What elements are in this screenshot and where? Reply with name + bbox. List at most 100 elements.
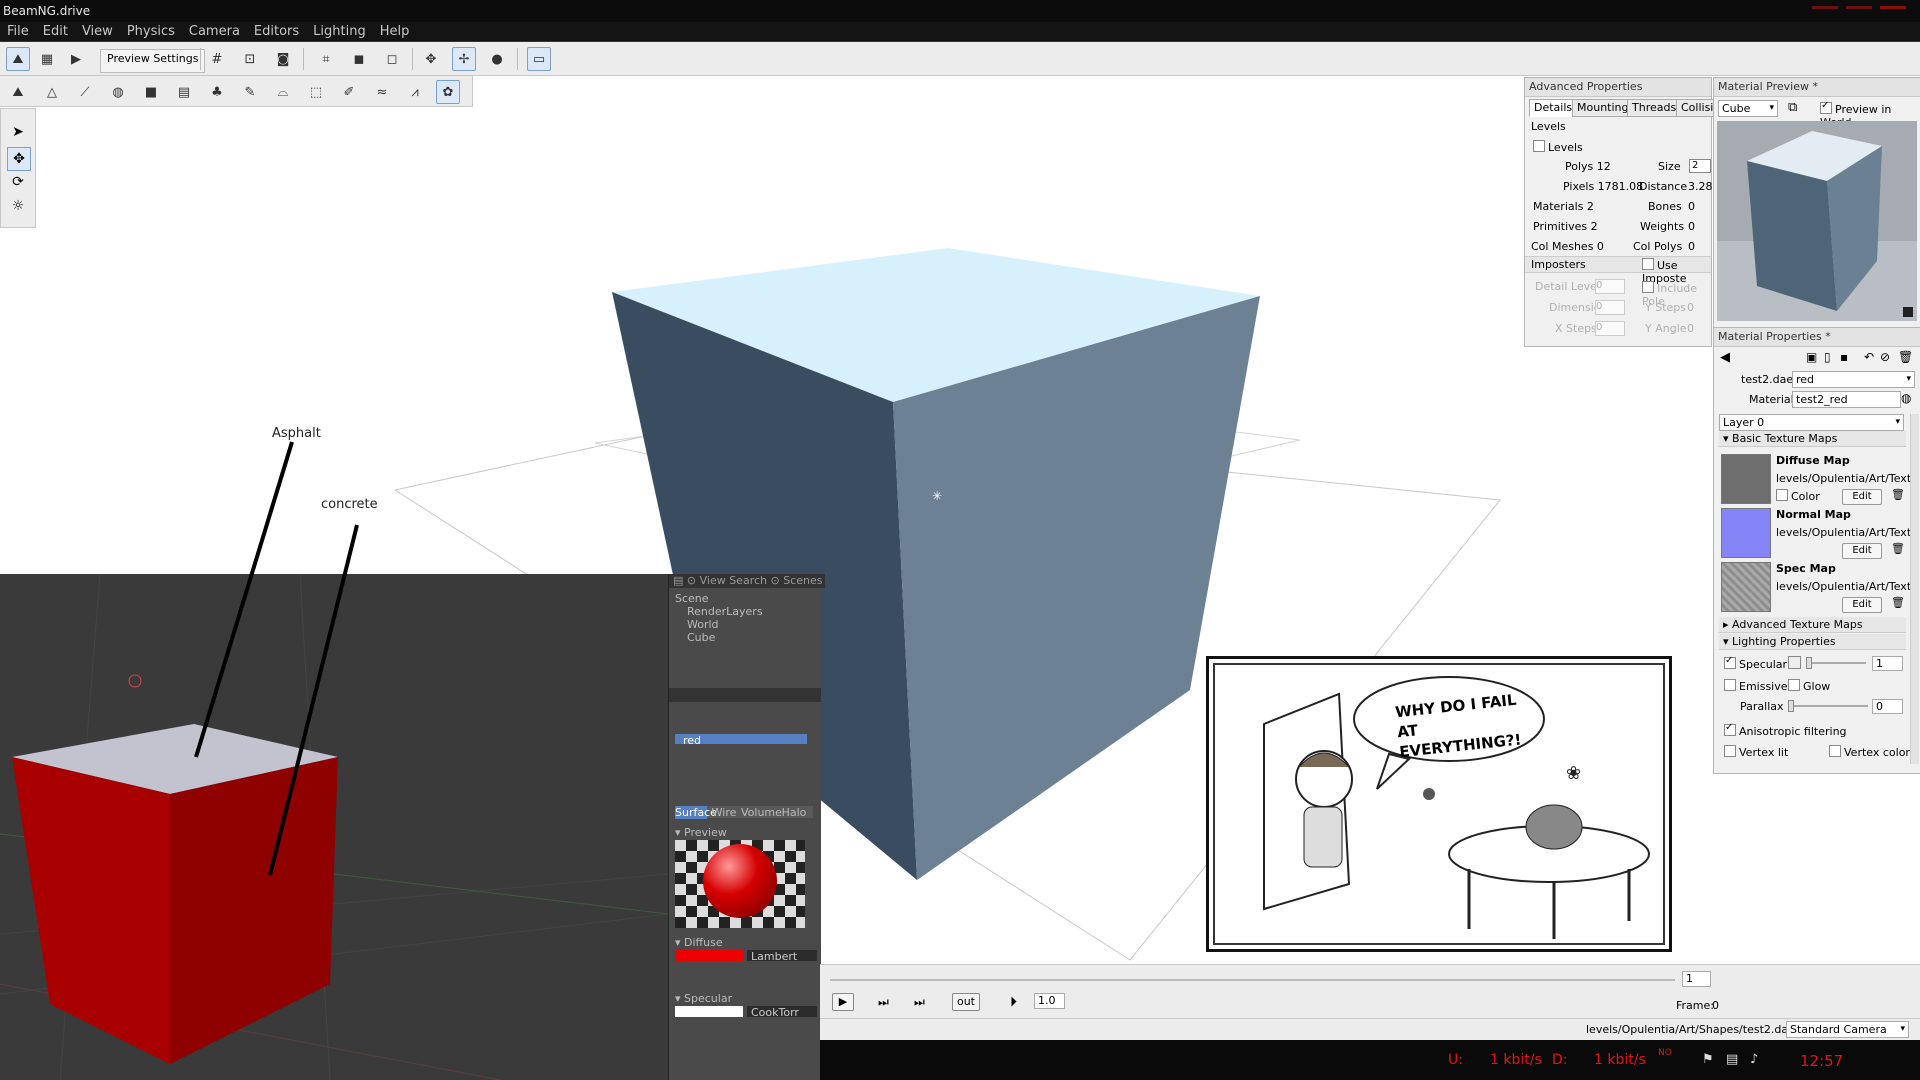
levels-checkbox[interactable] xyxy=(1533,140,1545,152)
camera-dropdown[interactable]: Standard Camera xyxy=(1786,1021,1909,1038)
open-folder-icon[interactable]: ▣ xyxy=(1806,350,1817,364)
detail-level-input[interactable]: 0 xyxy=(1595,279,1625,294)
tab-halo[interactable]: Halo xyxy=(777,806,811,819)
dimension-input[interactable]: 0 xyxy=(1595,300,1625,315)
diffuse-map-thumbnail[interactable] xyxy=(1721,454,1771,504)
normal-edit-button[interactable]: Edit xyxy=(1842,543,1882,559)
size-label: Size xyxy=(1658,160,1681,173)
normal-delete-icon[interactable]: 🗑 xyxy=(1891,542,1905,555)
mapto-dropdown[interactable]: red xyxy=(1792,371,1915,388)
material-slot-red[interactable]: red xyxy=(675,734,807,747)
volume-icon[interactable]: ♪ xyxy=(1750,1052,1758,1067)
specular-header: ▾ Specular xyxy=(675,992,733,1005)
undo-icon[interactable]: ↶ xyxy=(1864,350,1874,364)
frame-input[interactable]: 1 xyxy=(1682,971,1711,987)
x-steps-input[interactable]: 0 xyxy=(1595,321,1625,336)
globe-icon[interactable]: ◍ xyxy=(1901,391,1911,405)
glow-checkbox[interactable] xyxy=(1788,679,1800,691)
network-icon[interactable]: ▤ xyxy=(1726,1052,1738,1067)
spec-map-title: Spec Map xyxy=(1776,562,1836,575)
specular-checkbox[interactable] xyxy=(1724,655,1736,669)
outliner-scene[interactable]: Scene xyxy=(675,592,709,605)
material-label: Material xyxy=(1749,393,1794,406)
layer-dropdown[interactable]: Layer 0 xyxy=(1719,414,1904,431)
material-preview-panel: Material Preview * Cube ⧉ Preview in Wor… xyxy=(1713,77,1920,329)
pixels-value: Pixels 1781.08 xyxy=(1563,180,1644,193)
step-button[interactable]: ⏭ xyxy=(878,995,889,1010)
skip-end-button[interactable]: ⏭ xyxy=(914,995,925,1010)
vertex-color-checkbox[interactable] xyxy=(1829,745,1841,757)
tab-surface[interactable]: Surface xyxy=(675,806,717,819)
tab-mounting[interactable]: Mounting xyxy=(1572,99,1634,117)
new-file-icon[interactable]: ▯ xyxy=(1824,350,1831,364)
preview-shape-dropdown[interactable]: Cube xyxy=(1718,100,1778,117)
emissive-checkbox[interactable] xyxy=(1724,679,1736,691)
anisotropic-checkbox[interactable] xyxy=(1724,722,1736,736)
scrollbar[interactable] xyxy=(1910,414,1919,764)
blender-viewport[interactable] xyxy=(0,574,668,1080)
speed-input[interactable]: 1.0 xyxy=(1034,993,1065,1009)
copy-icon[interactable]: ⧉ xyxy=(1788,100,1797,115)
spec-map-thumbnail[interactable] xyxy=(1721,562,1771,612)
diffuse-edit-button[interactable]: Edit xyxy=(1842,489,1882,505)
distance-label: Distance xyxy=(1639,180,1688,193)
advanced-properties-panel: Advanced Properties Details Mounting Thr… xyxy=(1524,77,1720,347)
tab-details[interactable]: Details xyxy=(1529,99,1578,117)
cancel-icon[interactable]: ⊘ xyxy=(1880,350,1890,364)
specular-color[interactable] xyxy=(675,1006,743,1017)
specular-color-swatch[interactable] xyxy=(1788,656,1801,669)
timeline-slider[interactable] xyxy=(830,979,1675,981)
tab-threads[interactable]: Threads xyxy=(1627,99,1682,117)
lighting-properties-header[interactable]: ▾ Lighting Properties xyxy=(1719,634,1906,650)
spec-edit-button[interactable]: Edit xyxy=(1842,597,1882,613)
diffuse-shader-dropdown[interactable]: Lambert xyxy=(747,950,817,963)
red-cube-right xyxy=(170,757,338,1064)
material-name-input[interactable]: test2_red xyxy=(1792,391,1901,408)
spec-map-path[interactable]: levels/Opulentia/Art/Textu xyxy=(1776,580,1914,593)
diffuse-map-path[interactable]: levels/Opulentia/Art/Textu xyxy=(1776,472,1914,485)
outliner-renderlayers[interactable]: RenderLayers xyxy=(687,605,763,618)
panel-title: Material Properties * xyxy=(1714,328,1920,347)
bones-label: Bones xyxy=(1648,200,1682,213)
outliner-world[interactable]: World xyxy=(687,618,719,631)
tab-wire[interactable]: Wire xyxy=(707,806,741,819)
tab-volume[interactable]: Volume xyxy=(741,806,782,819)
save-icon[interactable]: ▪ xyxy=(1840,350,1848,364)
parallax-slider[interactable] xyxy=(1788,705,1868,707)
include-poles-checkbox[interactable] xyxy=(1642,281,1654,293)
vertex-lit-checkbox[interactable] xyxy=(1724,745,1736,757)
spec-delete-icon[interactable]: 🗑 xyxy=(1891,596,1905,609)
clock[interactable]: 12:57 xyxy=(1800,1052,1843,1070)
diffuse-delete-icon[interactable]: 🗑 xyxy=(1891,488,1905,501)
play-button[interactable]: ▶ xyxy=(832,993,854,1011)
basic-texture-maps-header[interactable]: ▾ Basic Texture Maps xyxy=(1719,431,1906,447)
specular-value-input[interactable]: 1 xyxy=(1872,656,1903,671)
diffuse-color-checkbox[interactable] xyxy=(1776,489,1788,501)
outliner-cube[interactable]: Cube xyxy=(687,631,715,644)
delete-icon[interactable]: 🗑 xyxy=(1898,350,1913,364)
concrete-label: concrete xyxy=(321,497,378,512)
size-input[interactable]: 2 xyxy=(1689,159,1711,173)
preview-in-world-checkbox[interactable] xyxy=(1820,100,1832,114)
back-icon[interactable]: ◀ xyxy=(1720,350,1730,365)
svg-text:❀: ❀ xyxy=(1566,763,1581,784)
flag-icon[interactable]: ⚑ xyxy=(1702,1052,1714,1067)
use-imposters-checkbox[interactable] xyxy=(1642,258,1654,270)
upload-label: U: xyxy=(1448,1052,1463,1068)
normal-map-thumbnail[interactable] xyxy=(1721,508,1771,558)
advanced-texture-maps-header[interactable]: ▸ Advanced Texture Maps xyxy=(1719,617,1906,633)
material-preview-canvas[interactable] xyxy=(1717,121,1917,321)
properties-header xyxy=(669,688,821,702)
specular-shader-dropdown[interactable]: CookTorr xyxy=(747,1006,817,1019)
out-button[interactable]: out xyxy=(952,993,980,1011)
diffuse-header: ▾ Diffuse xyxy=(675,936,723,949)
normal-map-path[interactable]: levels/Opulentia/Art/Textu xyxy=(1776,526,1914,539)
preview-header: ▾ Preview xyxy=(675,826,727,839)
download-label: D: xyxy=(1552,1052,1568,1068)
material-preview xyxy=(675,840,805,928)
specular-slider[interactable] xyxy=(1806,662,1866,664)
parallax-value-input[interactable]: 0 xyxy=(1872,699,1903,714)
parallax-slider-handle[interactable] xyxy=(1788,700,1794,712)
specular-slider-handle[interactable] xyxy=(1806,657,1812,669)
diffuse-color[interactable] xyxy=(675,950,743,961)
